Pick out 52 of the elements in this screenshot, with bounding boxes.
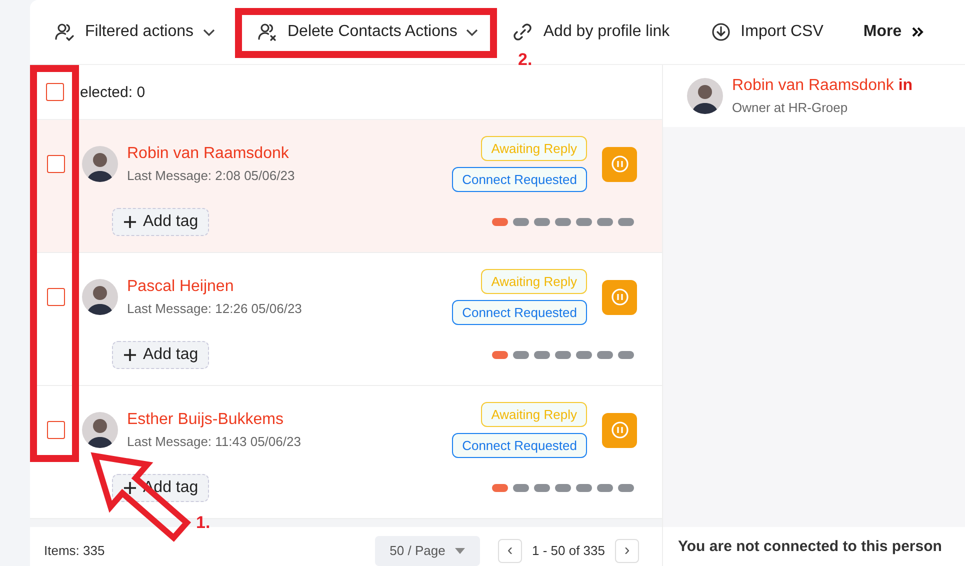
- link-icon: [512, 21, 534, 43]
- status-tag: Awaiting Reply: [481, 269, 587, 294]
- add-tag-button[interactable]: Add tag: [112, 341, 210, 369]
- checkbox[interactable]: [47, 421, 65, 439]
- double-chevron-icon: [910, 25, 925, 39]
- step-number: 2.: [518, 50, 532, 70]
- plus-icon: [123, 215, 137, 229]
- avatar-icon: [82, 146, 118, 182]
- next-page-button[interactable]: ›: [615, 538, 639, 562]
- avatar-icon: [687, 78, 723, 114]
- selected-count: elected: 0: [80, 84, 146, 100]
- checkbox[interactable]: [47, 288, 65, 306]
- pause-button[interactable]: [602, 280, 637, 314]
- plus-icon: [123, 348, 137, 362]
- toolbar-button[interactable]: Delete Contacts Actions: [246, 12, 488, 52]
- status-tag: Awaiting Reply: [481, 136, 587, 161]
- pause-button[interactable]: [602, 412, 637, 448]
- pause-icon: [610, 155, 628, 173]
- status-tag: Connect Requested: [452, 433, 587, 458]
- toolbar-button[interactable]: Filtered actions: [44, 12, 224, 52]
- avatar-icon: [82, 279, 118, 315]
- status-tag: Awaiting Reply: [481, 402, 587, 427]
- pause-icon: [610, 288, 628, 306]
- pause-button[interactable]: [602, 146, 637, 182]
- contact-name[interactable]: Esther Buijs-Bukkems: [127, 411, 452, 429]
- items-count: Items: 335: [44, 543, 106, 558]
- page-size-select[interactable]: 50 / Page: [375, 536, 480, 566]
- more-button[interactable]: More: [853, 12, 935, 52]
- checkbox[interactable]: [46, 83, 64, 101]
- toolbar-button[interactable]: Add by profile link: [502, 12, 680, 52]
- add-tag-button[interactable]: Add tag: [112, 208, 210, 236]
- last-message: Last Message: 2:08 05/06/23: [127, 168, 296, 183]
- status-tag: Connect Requested: [452, 167, 587, 192]
- plus-icon: [123, 481, 137, 495]
- contact-name[interactable]: Pascal Heijnen: [127, 278, 452, 296]
- download-icon: [710, 21, 732, 43]
- status-tag: Connect Requested: [452, 300, 587, 325]
- profile-name[interactable]: Robin van Raamsdonk in: [732, 77, 965, 95]
- profile-headline: Owner at HR-Groep: [732, 100, 849, 115]
- connection-notice: You are not connected to this person: [678, 538, 942, 555]
- checkbox[interactable]: [47, 155, 65, 173]
- users-x-icon: [256, 21, 278, 43]
- users-check-icon: [54, 21, 76, 43]
- caret-icon: [455, 548, 466, 554]
- contact-name[interactable]: Robin van Raamsdonk: [127, 145, 452, 163]
- toolbar-button[interactable]: Import CSV: [700, 12, 834, 52]
- pause-icon: [610, 421, 628, 439]
- avatar-icon: [82, 412, 118, 448]
- previous-page-button[interactable]: ‹: [498, 538, 522, 562]
- page-range: 1 - 50 of 335: [532, 543, 605, 558]
- last-message: Last Message: 11:43 05/06/23: [127, 434, 302, 449]
- last-message: Last Message: 12:26 05/06/23: [127, 301, 303, 316]
